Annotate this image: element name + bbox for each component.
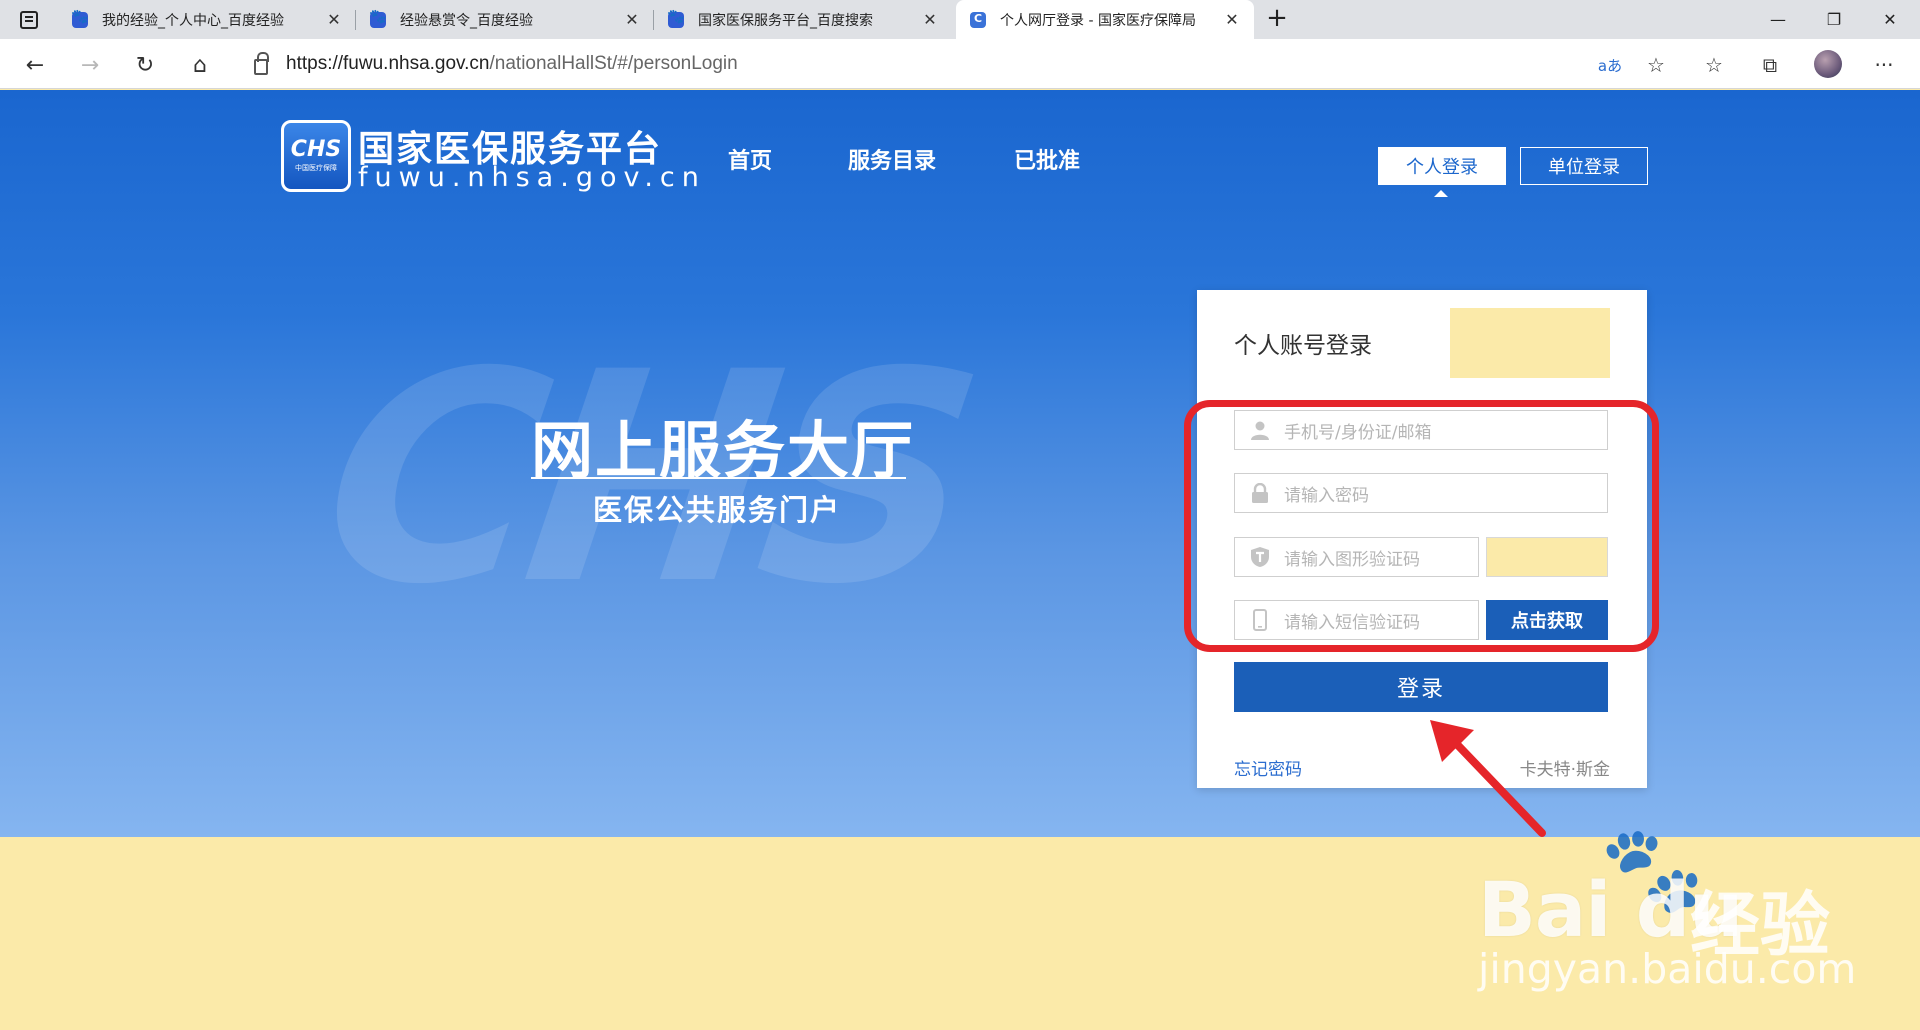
slogan-divider xyxy=(531,477,906,479)
tab-close-icon[interactable]: ✕ xyxy=(324,10,344,29)
tab-actions-icon xyxy=(20,11,38,29)
tab-title: 经验悬赏令_百度经验 xyxy=(400,12,533,29)
tab-actions-menu-button[interactable] xyxy=(14,8,44,32)
tab-close-icon[interactable]: ✕ xyxy=(622,10,642,29)
browser-tab[interactable]: 我的经验_个人中心_百度经验 ✕ xyxy=(58,0,356,39)
site-logo[interactable]: CHS 中国医疗保障 xyxy=(281,120,351,192)
nav-approved[interactable]: 已批准 xyxy=(1014,143,1080,175)
collections-icon[interactable]: ⧉ xyxy=(1756,51,1784,79)
baidu-paw-icon xyxy=(667,9,684,28)
home-button[interactable]: ⌂ xyxy=(185,50,215,80)
redacted-qr-area xyxy=(1450,308,1610,378)
site-domain: fuwu.nhsa.gov.cn xyxy=(358,162,706,193)
browser-tab-strip: 我的经验_个人中心_百度经验 ✕ 经验悬赏令_百度经验 ✕ 国家医保服务平台_百… xyxy=(0,0,1920,39)
url-text: https://fuwu.nhsa.gov.cn/nationalHallSt/… xyxy=(286,53,738,74)
active-tab-caret-icon xyxy=(1434,190,1448,197)
forgot-password-link[interactable]: 忘记密码 xyxy=(1234,755,1302,780)
browser-tab-active[interactable]: 个人网厅登录 - 国家医疗保障局 ✕ xyxy=(956,0,1254,39)
hero-subtitle: 医保公共服务门户 xyxy=(593,493,842,527)
lock-icon xyxy=(254,52,269,75)
favorites-icon[interactable]: ☆ xyxy=(1700,51,1728,79)
browser-tab[interactable]: 经验悬赏令_百度经验 ✕ xyxy=(356,0,654,39)
tab-title: 国家医保服务平台_百度搜索 xyxy=(698,12,873,29)
person-login-tab[interactable]: 个人登录 xyxy=(1378,147,1506,185)
forward-button[interactable]: → xyxy=(75,50,105,80)
tab-title: 我的经验_个人中心_百度经验 xyxy=(102,12,284,29)
address-toolbar: ← → ↻ ⌂ https://fuwu.nhsa.gov.cn/nationa… xyxy=(0,39,1920,89)
new-tab-button[interactable]: + xyxy=(1263,5,1291,33)
profile-avatar[interactable] xyxy=(1814,50,1842,78)
address-bar[interactable]: https://fuwu.nhsa.gov.cn/nationalHallSt/… xyxy=(236,45,1636,83)
more-menu-icon[interactable]: ··· xyxy=(1870,51,1898,79)
tab-title: 个人网厅登录 - 国家医疗保障局 xyxy=(1000,12,1196,29)
tab-close-icon[interactable]: ✕ xyxy=(1222,10,1242,29)
back-button[interactable]: ← xyxy=(20,50,50,80)
minimize-button[interactable]: — xyxy=(1750,0,1806,39)
jingyan-domain-watermark: jingyan.baidu.com xyxy=(1478,945,1857,993)
add-favorite-icon[interactable]: ☆ xyxy=(1642,51,1670,79)
nav-service-catalog[interactable]: 服务目录 xyxy=(848,143,936,175)
chs-favicon-icon xyxy=(970,11,986,28)
red-arrow-icon xyxy=(1430,720,1546,837)
tab-close-icon[interactable]: ✕ xyxy=(920,10,940,29)
nav-home[interactable]: 首页 xyxy=(728,143,772,175)
baidu-paw-icon xyxy=(71,9,88,28)
read-aloud-icon[interactable]: aあ xyxy=(1596,51,1624,79)
baidu-paw-icon xyxy=(369,9,386,28)
reload-button[interactable]: ↻ xyxy=(130,50,160,80)
login-button[interactable]: 登录 xyxy=(1234,662,1608,712)
unit-login-tab[interactable]: 单位登录 xyxy=(1520,147,1648,185)
login-card-title: 个人账号登录 xyxy=(1234,333,1372,359)
close-window-button[interactable]: ✕ xyxy=(1862,0,1918,39)
restore-button[interactable]: ❐ xyxy=(1806,0,1862,39)
browser-tab[interactable]: 国家医保服务平台_百度搜索 ✕ xyxy=(654,0,952,39)
red-highlight-frame xyxy=(1184,400,1659,652)
